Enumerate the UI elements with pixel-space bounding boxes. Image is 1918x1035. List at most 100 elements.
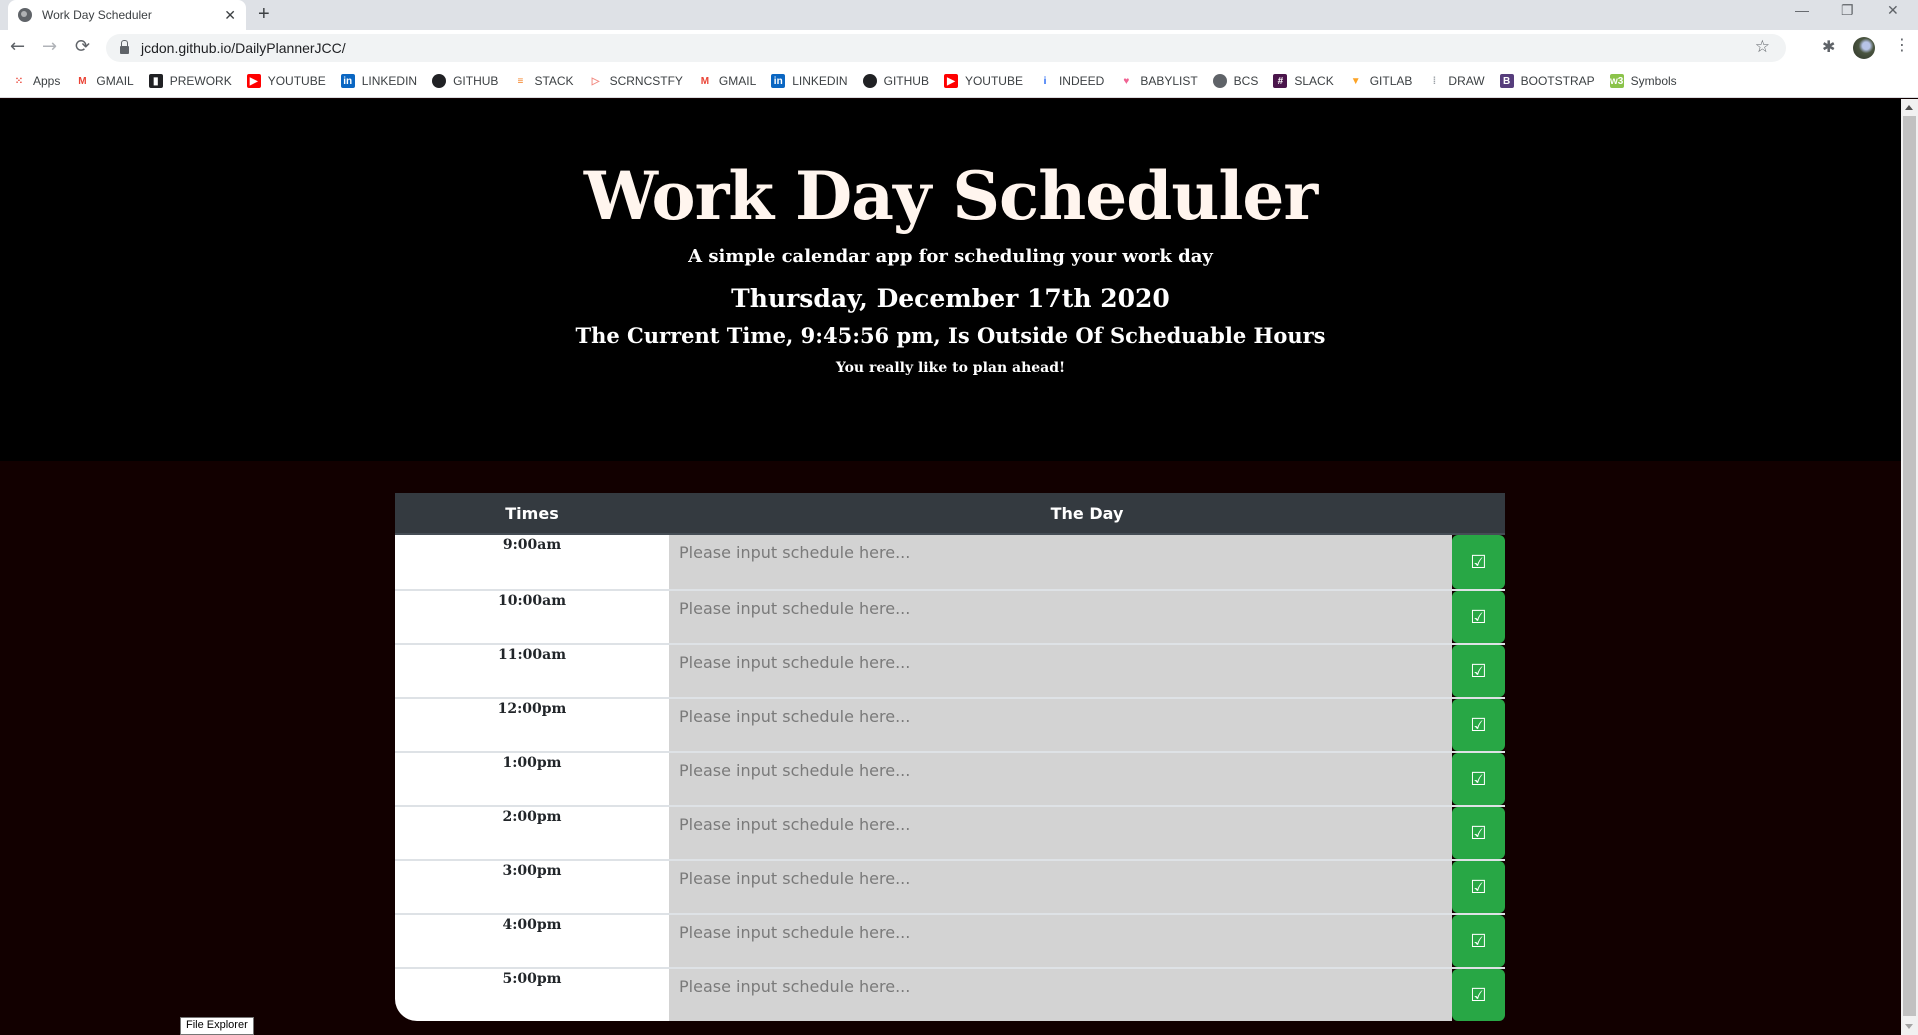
tab-title: Work Day Scheduler (42, 8, 152, 22)
screencastify-icon: ▷ (591, 75, 600, 87)
schedule-input[interactable] (669, 915, 1452, 967)
checkbox-save-icon: ☑ (1470, 551, 1487, 572)
schedule-input[interactable] (669, 645, 1452, 697)
bookmark-draw[interactable]: ⁞ DRAW (1427, 74, 1485, 88)
bookmark-stack[interactable]: ≡ STACK (513, 74, 574, 88)
times-column-header: Times (505, 503, 559, 523)
restore-button[interactable]: ❐ (1841, 2, 1854, 19)
bookmark-linkedin[interactable]: in LINKEDIN (771, 74, 848, 88)
bookmark-label: GITHUB (883, 74, 929, 88)
save-button[interactable]: ☑ (1452, 969, 1505, 1021)
save-button[interactable]: ☑ (1452, 645, 1505, 697)
bookmark-linkedin[interactable]: in LINKEDIN (340, 74, 417, 88)
bookmark-gitlab[interactable]: ▼ GITLAB (1349, 74, 1413, 88)
page-title: Work Day Scheduler (583, 157, 1318, 235)
bookmark-prework[interactable]: ▮ PREWORK (148, 74, 232, 88)
bookmark-symbols[interactable]: w3 Symbols (1609, 74, 1677, 88)
indeed-icon: i (1043, 75, 1047, 87)
bookmark-youtube[interactable]: ▶ YOUTUBE (246, 74, 326, 88)
bookmark-label: STACK (534, 74, 574, 88)
bookmark-scrncstfy[interactable]: ▷ SCRNCSTFY (589, 74, 683, 88)
schedule-input[interactable] (669, 861, 1452, 913)
reload-button[interactable]: ⟳ (75, 36, 90, 57)
back-button[interactable]: ← (10, 36, 25, 57)
save-button[interactable]: ☑ (1452, 807, 1505, 859)
lock-icon[interactable] (120, 40, 129, 54)
bookmark-indeed[interactable]: i INDEED (1038, 74, 1105, 88)
bookmark-youtube[interactable]: ▶ YOUTUBE (943, 74, 1023, 88)
bookmark-babylist[interactable]: ♥ BABYLIST (1119, 74, 1197, 88)
youtube-icon: ▶ (943, 74, 958, 88)
schedule-input[interactable] (669, 535, 1452, 589)
forward-button[interactable]: → (42, 36, 57, 57)
hour-label: 12:00pm (395, 699, 669, 751)
schedule-input[interactable] (669, 699, 1452, 751)
globe-icon (18, 8, 32, 22)
heart-icon: ♥ (1123, 75, 1130, 87)
bookmark-bootstrap[interactable]: B BOOTSTRAP (1499, 74, 1595, 88)
bookmark-label: BABYLIST (1140, 74, 1198, 88)
address-bar[interactable]: jcdon.github.io/DailyPlannerJCC/ ☆ (106, 34, 1786, 62)
linkedin-icon: in (771, 74, 786, 88)
checkbox-save-icon: ☑ (1470, 930, 1487, 951)
save-button[interactable]: ☑ (1452, 699, 1505, 751)
extensions-puzzle-icon[interactable]: ✱ (1822, 37, 1835, 56)
schedule-input[interactable] (669, 807, 1452, 859)
bookmark-label: BOOTSTRAP (1520, 74, 1595, 88)
bookmark-apps[interactable]: ⁙ Apps (12, 74, 61, 88)
hour-row: 4:00pm ☑ (395, 913, 1505, 967)
save-button[interactable]: ☑ (1452, 591, 1505, 643)
schedule-input[interactable] (669, 969, 1452, 1021)
close-window-button[interactable]: ✕ (1887, 2, 1899, 19)
bookmark-label: Symbols (1630, 74, 1677, 88)
schedule-input[interactable] (669, 753, 1452, 805)
bookmark-label: Apps (33, 74, 61, 88)
book-icon: ▮ (148, 74, 163, 88)
hour-label: 3:00pm (395, 861, 669, 913)
checkbox-save-icon: ☑ (1470, 714, 1487, 735)
bookmark-label: YOUTUBE (267, 74, 326, 88)
bookmark-label: DRAW (1448, 74, 1485, 88)
schedule-input[interactable] (669, 591, 1452, 643)
save-button[interactable]: ☑ (1452, 535, 1505, 589)
page: Work Day Scheduler A simple calendar app… (0, 99, 1901, 1035)
browser-tab[interactable]: Work Day Scheduler ✕ (8, 0, 246, 30)
bookmark-github[interactable]: ● GITHUB (862, 74, 929, 88)
bookmark-label: YOUTUBE (964, 74, 1023, 88)
bookmark-slack[interactable]: # SLACK (1273, 74, 1334, 88)
bookmark-label: SCRNCSTFY (609, 74, 683, 88)
gitlab-icon: ▼ (1350, 75, 1361, 87)
close-tab-icon[interactable]: ✕ (224, 7, 236, 24)
minimize-button[interactable]: — (1795, 2, 1809, 18)
plan-ahead-note: You really like to plan ahead! (835, 360, 1066, 376)
hour-label: 5:00pm (395, 969, 669, 1021)
url-text[interactable]: jcdon.github.io/DailyPlannerJCC/ (141, 40, 346, 56)
hour-label: 10:00am (395, 591, 669, 643)
page-subtitle: A simple calendar app for scheduling you… (688, 246, 1213, 267)
bookmark-gmail[interactable]: M GMAIL (75, 74, 134, 88)
scroll-down-arrow-icon[interactable] (1905, 1024, 1913, 1029)
tab-strip: Work Day Scheduler ✕ + — ❐ ✕ (0, 0, 1918, 30)
browser-menu-icon[interactable]: ⋮ (1894, 35, 1910, 54)
vertical-scrollbar[interactable] (1901, 99, 1918, 1035)
bookmark-bcs[interactable]: ● BCS (1212, 74, 1258, 88)
scroll-up-arrow-icon[interactable] (1905, 105, 1913, 110)
new-tab-button[interactable]: + (258, 3, 270, 26)
save-button[interactable]: ☑ (1452, 915, 1505, 967)
hour-row: 12:00pm ☑ (395, 697, 1505, 751)
bookmark-star-icon[interactable]: ☆ (1755, 37, 1770, 57)
hour-row: 2:00pm ☑ (395, 805, 1505, 859)
save-button[interactable]: ☑ (1452, 753, 1505, 805)
apps-grid-icon: ⁙ (14, 75, 24, 87)
globe-icon: ● (1212, 74, 1227, 88)
gmail-icon: M (78, 75, 87, 87)
bookmark-label: LINKEDIN (792, 74, 848, 88)
bookmark-gmail[interactable]: M GMAIL (698, 74, 757, 88)
bookmark-github[interactable]: ● GITHUB (432, 74, 498, 88)
scrollbar-thumb[interactable] (1903, 116, 1916, 1016)
save-button[interactable]: ☑ (1452, 861, 1505, 913)
github-icon: ● (432, 74, 447, 88)
stackoverflow-icon: ≡ (517, 75, 524, 87)
planner-header: Times The Day (395, 493, 1505, 535)
profile-avatar[interactable] (1853, 37, 1875, 59)
